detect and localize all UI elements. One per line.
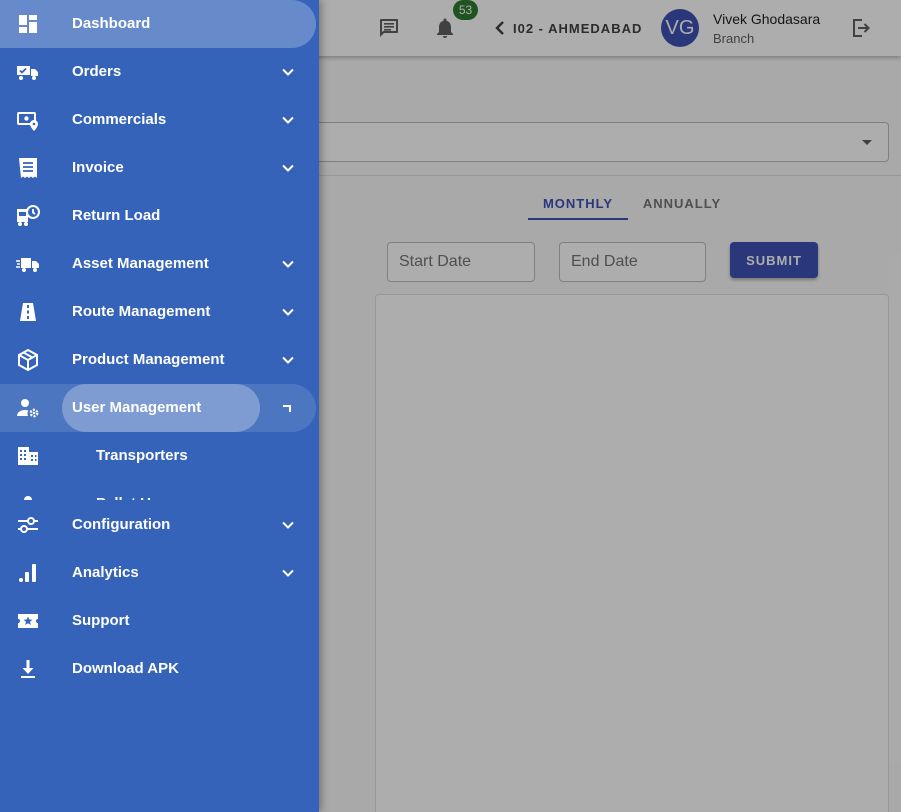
sidebar-item-label: Return Load bbox=[72, 207, 161, 224]
tune-icon bbox=[16, 513, 40, 537]
sidebar-item-user-management[interactable]: User Management bbox=[0, 384, 316, 432]
receipt-icon bbox=[16, 156, 40, 180]
sidebar-item-analytics[interactable]: Analytics bbox=[0, 549, 319, 597]
sidebar-item-support[interactable]: Support bbox=[0, 597, 319, 645]
sidebar-subitem-transporters[interactable]: Transporters bbox=[0, 432, 319, 480]
chevron-down-icon bbox=[282, 68, 294, 76]
sidebar-item-return-load[interactable]: Return Load bbox=[0, 192, 319, 240]
sidebar-item-label: Dashboard bbox=[72, 15, 151, 32]
chevron-down-icon bbox=[282, 569, 294, 577]
chevron-down-icon bbox=[282, 116, 294, 124]
user-icon bbox=[16, 492, 40, 500]
sidebar-item-asset-management[interactable]: Asset Management bbox=[0, 240, 319, 288]
chevron-down-icon bbox=[282, 260, 294, 268]
chevron-up-icon bbox=[283, 405, 291, 412]
sidebar-item-invoice[interactable]: Invoice bbox=[0, 144, 319, 192]
navigation-drawer: Dashboard Orders Commercials Invoice Ret… bbox=[0, 0, 319, 812]
truck-fast-icon bbox=[16, 252, 40, 276]
ticket-icon bbox=[16, 609, 40, 633]
sidebar-item-dashboard[interactable]: Dashboard bbox=[0, 0, 316, 48]
chevron-down-icon bbox=[282, 164, 294, 172]
analytics-icon bbox=[16, 561, 40, 585]
sidebar-item-label: Commercials bbox=[72, 111, 167, 128]
sidebar-subitem-label: Pallet Users bbox=[96, 480, 182, 500]
bus-clock-icon bbox=[16, 204, 40, 228]
road-icon bbox=[16, 300, 40, 324]
package-icon bbox=[16, 348, 40, 372]
office-building-icon bbox=[16, 444, 40, 468]
sidebar-item-label: Support bbox=[72, 612, 130, 629]
sidebar-item-label: Route Management bbox=[72, 303, 211, 320]
chevron-down-icon bbox=[282, 521, 294, 529]
user-management-submenu: Transporters Pallet Users bbox=[0, 432, 319, 500]
download-icon bbox=[16, 657, 40, 681]
sidebar-item-label: Analytics bbox=[72, 564, 139, 581]
chevron-down-icon bbox=[282, 356, 294, 364]
sidebar-subitem-pallet-users[interactable]: Pallet Users bbox=[0, 480, 319, 500]
dashboard-icon bbox=[16, 12, 40, 36]
sidebar-item-download-apk[interactable]: Download APK bbox=[0, 645, 319, 693]
sidebar-item-product-management[interactable]: Product Management bbox=[0, 336, 319, 384]
money-location-icon bbox=[16, 108, 40, 132]
sidebar-item-route-management[interactable]: Route Management bbox=[0, 288, 319, 336]
chevron-down-icon bbox=[282, 308, 294, 316]
sidebar-item-commercials[interactable]: Commercials bbox=[0, 96, 319, 144]
sidebar-item-label: Asset Management bbox=[72, 255, 209, 272]
sidebar-item-label: Configuration bbox=[72, 516, 171, 533]
sidebar-subitem-label: Transporters bbox=[96, 447, 188, 464]
truck-check-icon bbox=[16, 60, 40, 84]
sidebar-item-label: Orders bbox=[72, 63, 122, 80]
sidebar-item-label: User Management bbox=[72, 399, 202, 416]
sidebar-item-orders[interactable]: Orders bbox=[0, 48, 319, 96]
sidebar-item-label: Product Management bbox=[72, 351, 225, 368]
sidebar-item-label: Download APK bbox=[72, 660, 179, 677]
user-cog-icon bbox=[16, 396, 40, 420]
sidebar-item-label: Invoice bbox=[72, 159, 124, 176]
sidebar-item-configuration[interactable]: Configuration bbox=[0, 501, 319, 549]
